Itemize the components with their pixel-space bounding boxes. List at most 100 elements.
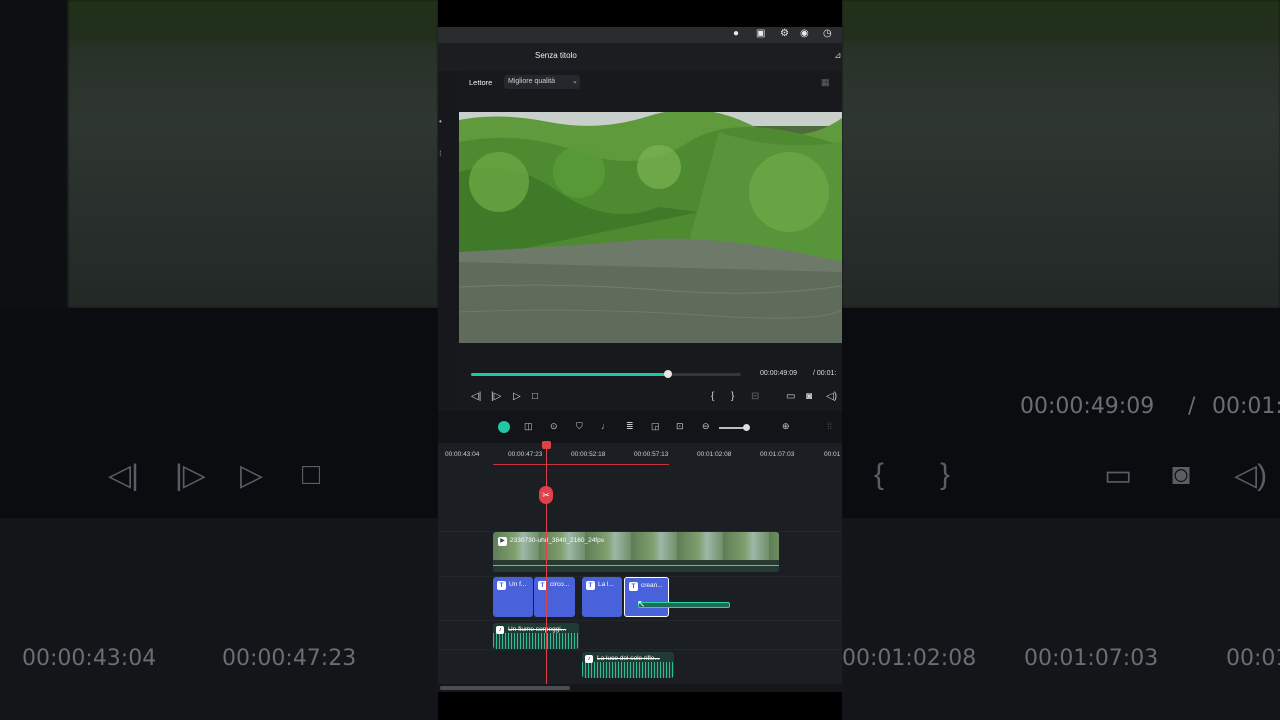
player-panel: Lettore Migliore qualità ⌄ ▦ 00:00:49:09… (458, 71, 842, 411)
left-panel-strip: • ⁝ (438, 71, 458, 411)
background-time: 00:00:49:09 (1020, 394, 1155, 419)
text-clip-label: Un f... (509, 581, 527, 588)
text-clip[interactable]: T Un f... (493, 577, 533, 617)
seek-handle[interactable] (664, 370, 673, 378)
grid-layout-icon[interactable]: ▦ (821, 77, 830, 88)
monitor-icon[interactable]: ▭ (786, 391, 795, 402)
zoom-handle[interactable] (743, 424, 750, 431)
background-time: 00:00:43:04 (22, 646, 157, 671)
camera-icon[interactable]: ◙ (806, 391, 812, 402)
river-scene-image (459, 112, 842, 343)
seek-bar[interactable] (471, 370, 741, 378)
ruler-tick-label: 00:00:52:18 (571, 451, 606, 458)
seek-progress (471, 373, 669, 376)
text-clip-label: circo... (550, 581, 570, 588)
background-video-blur (842, 0, 1280, 308)
video-editor-app: ● ▣ ⚙ ◉ ◷ Senza titolo ⊿ • ⁝ Lettore Mig… (438, 0, 842, 720)
audio-clip-label: Un fiume serpeggi... (508, 626, 567, 633)
text-clip-icon: T (629, 582, 638, 591)
record-icon[interactable]: ● (733, 28, 739, 39)
quality-dropdown[interactable]: Migliore qualità ⌄ (504, 75, 580, 89)
drag-preview-bar (638, 602, 730, 608)
pin-icon[interactable]: ⊿ (834, 50, 842, 61)
time-ruler[interactable]: 00:00:43:04 00:00:47:23 00:00:52:18 00:0… (438, 443, 842, 467)
background-monitor-icon: ▭ (1104, 459, 1133, 492)
playhead[interactable] (546, 445, 547, 692)
player-header: Lettore Migliore qualità ⌄ ▦ (458, 71, 842, 95)
text-list-icon[interactable]: ≣ (626, 421, 634, 432)
timeline-panel: 00:00:43:04 00:00:47:23 00:00:52:18 00:0… (438, 441, 842, 692)
crop-icon[interactable]: ⊡ (676, 421, 684, 432)
play-circle-icon[interactable]: ◉ (800, 28, 809, 39)
audio-clip[interactable]: ♪ Un fiume serpeggi... (493, 623, 579, 649)
history-icon[interactable]: ◷ (823, 28, 832, 39)
stop-icon[interactable]: □ (532, 391, 538, 402)
zoom-in-icon[interactable]: ⊕ (782, 421, 790, 432)
scissors-icon[interactable]: ✂ (539, 486, 553, 504)
screen-icon[interactable]: ▣ (756, 28, 765, 39)
mark-out-icon[interactable]: } (731, 391, 734, 402)
background-stop-icon: □ (302, 458, 321, 491)
timeline-scrollbar[interactable] (438, 684, 842, 692)
background-controls: ◁| |▷ ▷ □ (0, 308, 438, 518)
player-label: Lettore (469, 78, 493, 87)
background-mark-in-icon: { (874, 458, 885, 491)
play-icon[interactable]: ▷ (513, 391, 521, 402)
text-clip-label: crean... (641, 582, 663, 589)
insert-icon[interactable]: ⊟ (751, 391, 759, 402)
system-bar: ● ▣ ⚙ ◉ ◷ (438, 27, 842, 43)
video-clip[interactable]: ▶ 2330730-uhd_3840_2160_24fps (493, 532, 779, 572)
video-clip-name: 2330730-uhd_3840_2160_24fps (510, 537, 604, 544)
background-track: 00:00:43:04 00:00:47:23 (0, 518, 438, 720)
settings-icon[interactable]: ⚙ (780, 28, 789, 39)
text-clip[interactable]: T La l... (582, 577, 622, 617)
background-left: ◁| |▷ ▷ □ 00:00:43:04 00:00:47:23 (0, 0, 438, 720)
track-divider (438, 620, 842, 621)
mark-in-icon[interactable]: { (711, 391, 714, 402)
project-title: Senza titolo (535, 51, 577, 60)
scrollbar-thumb[interactable] (440, 686, 570, 690)
text-clip-icon: T (586, 581, 595, 590)
audio-waveform (582, 662, 674, 678)
panel-handle-icon[interactable]: ⁝ (439, 149, 442, 158)
background-step-forward-icon: |▷ (175, 459, 206, 492)
background-controls: 00:00:49:09 / 00:01: { } ▭ ◙ ◁) (842, 308, 1280, 518)
ai-assistant-icon[interactable] (498, 421, 510, 433)
total-time: / 00:01: (813, 370, 837, 377)
background-time: 00:01 (1226, 646, 1280, 671)
background-video-blur (68, 0, 438, 308)
camera-record-icon[interactable]: ◫ (524, 421, 533, 432)
background-time: 00:01: (1212, 394, 1280, 419)
step-forward-icon[interactable]: |▷ (491, 391, 501, 402)
snapshot-icon[interactable]: ◲ (651, 421, 660, 432)
audio-clip[interactable]: ♪ La luce del sole rifle... (582, 652, 674, 678)
ruler-tick-label: 00:01 (824, 451, 841, 458)
quality-value: Migliore qualità (508, 78, 556, 85)
chevron-down-icon: ⌄ (572, 78, 578, 85)
background-mark-out-icon: } (940, 458, 951, 491)
background-track: 00:01:02:08 00:01:07:03 00:01 (842, 518, 1280, 720)
background-time: 00:01:07:03 (1024, 646, 1159, 671)
grid-icon[interactable]: ⁞⁞ (827, 421, 832, 431)
play-circle-icon[interactable]: ⊙ (550, 421, 558, 432)
ruler-tick-label: 00:00:47:23 (508, 451, 543, 458)
step-back-icon[interactable]: ◁| (471, 391, 481, 402)
text-clip[interactable]: T circo... (534, 577, 575, 617)
background-step-back-icon: ◁| (108, 459, 139, 492)
audio-clip-label: La luce del sole rifle... (597, 655, 660, 662)
microphone-icon[interactable]: ♩ (601, 421, 610, 431)
volume-icon[interactable]: ◁) (826, 391, 837, 402)
video-preview[interactable] (459, 112, 842, 343)
background-camera-icon: ◙ (1172, 458, 1191, 491)
audio-clip-icon: ♪ (496, 626, 504, 634)
panel-dot-icon[interactable]: • (439, 117, 442, 126)
playhead-handle[interactable] (542, 441, 551, 449)
zoom-out-icon[interactable]: ⊖ (702, 421, 710, 432)
background-time: 00:01:02:08 (842, 646, 977, 671)
title-bar: Senza titolo ⊿ (438, 43, 842, 71)
shield-icon[interactable]: ⛉ (576, 421, 583, 432)
in-out-range (493, 464, 669, 465)
background-time: 00:00:47:23 (222, 646, 357, 671)
timeline-toolbar: ◫ ⊙ ⛉ ♩ ≣ ◲ ⊡ ⊖ ⊕ ⁞⁞ (438, 411, 842, 443)
text-clip-selected[interactable]: T crean... (624, 577, 669, 617)
